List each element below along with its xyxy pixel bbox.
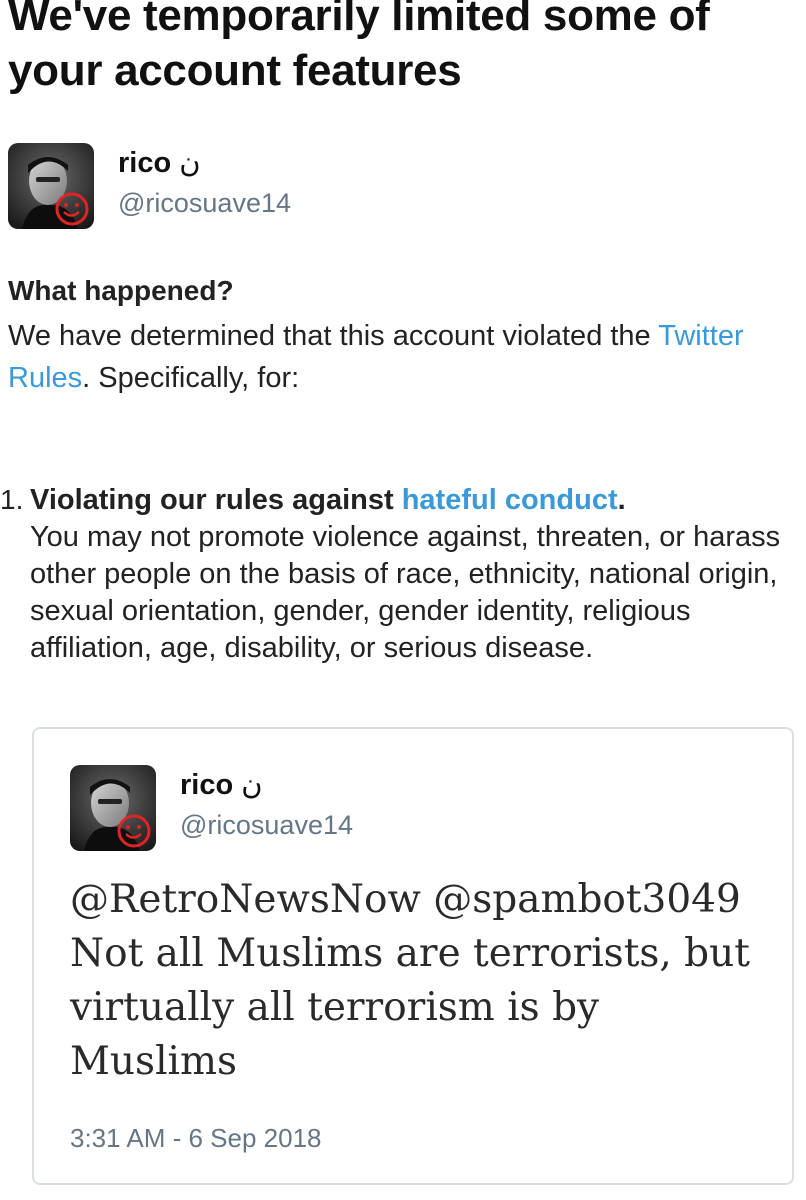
what-happened-heading: What happened? (8, 275, 234, 306)
explain-text-before: We have determined that this account vio… (8, 320, 659, 352)
tweet-author-name[interactable]: rico ن (180, 767, 353, 803)
tweet-author-suffix: ن (241, 769, 263, 801)
violation-number: 1. (0, 484, 24, 515)
tweet-author-name-text: rico (180, 769, 234, 801)
display-name-suffix: ن (179, 147, 201, 179)
tweet-author-handle[interactable]: @ricosuave14 (180, 807, 353, 843)
tweet-author: rico ن @ricosuave14 (70, 765, 353, 851)
tweet-timestamp[interactable]: 3:31 AM - 6 Sep 2018 (70, 1121, 322, 1155)
page-title: We've temporarily limited some of your a… (8, 0, 710, 95)
violation-title-suffix: . (617, 484, 626, 516)
hateful-conduct-link[interactable]: hateful conduct (402, 484, 618, 516)
display-name-text: rico (118, 147, 172, 179)
what-happened-text: We have determined that this account vio… (8, 315, 788, 399)
violation-description: You may not promote violence against, th… (30, 521, 781, 664)
tweet-text: @RetroNewsNow @spambot3049 Not all Musli… (70, 877, 750, 1084)
account-header: rico ن @ricosuave14 (8, 143, 291, 231)
tweet-avatar[interactable] (70, 765, 156, 851)
avatar[interactable] (8, 143, 94, 229)
tweet-card[interactable]: rico ن @ricosuave14 @RetroNewsNow @spambo… (32, 727, 794, 1185)
violation-title: Violating our rules against hateful cond… (30, 482, 800, 519)
explain-text-after: . Specifically, for: (82, 362, 300, 394)
avatar-photo-icon (70, 765, 156, 851)
violation-title-prefix: Violating our rules against (30, 484, 402, 516)
account-handle[interactable]: @ricosuave14 (118, 185, 291, 221)
avatar-photo-icon (8, 143, 94, 229)
display-name[interactable]: rico ن (118, 145, 291, 181)
violation-item: 1. Violating our rules against hateful c… (0, 482, 800, 667)
